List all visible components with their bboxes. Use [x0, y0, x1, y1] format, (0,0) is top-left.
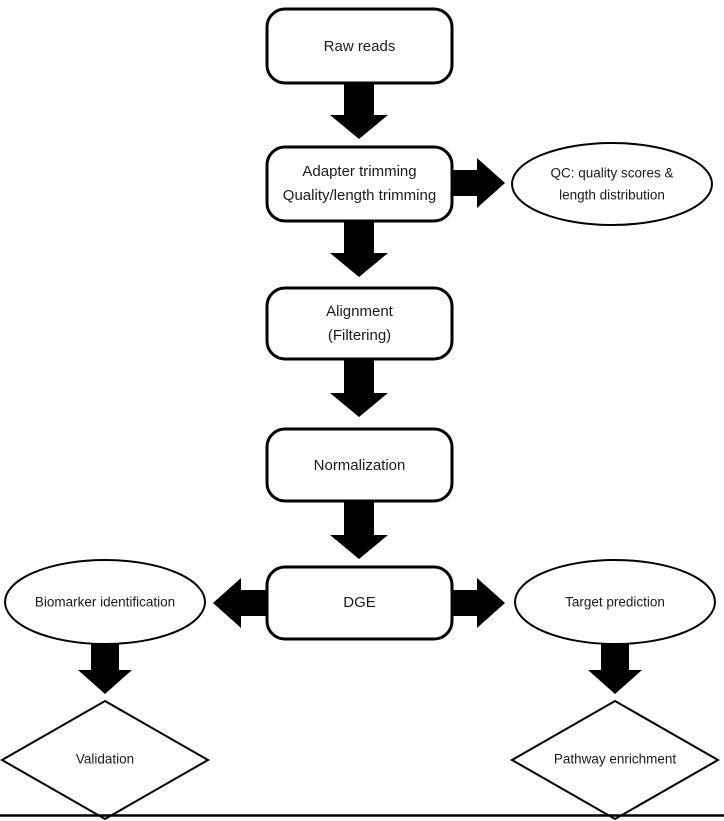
node-qc[interactable]: QC: quality scores & length distribution: [511, 142, 713, 226]
validation-label: Validation: [76, 752, 134, 767]
node-normalization[interactable]: Normalization: [265, 427, 454, 503]
node-validation[interactable]: Validation: [0, 699, 211, 821]
trimming-box[interactable]: [265, 145, 454, 223]
node-biomarker[interactable]: Biomarker identification: [4, 559, 206, 645]
normalization-label: Normalization: [314, 457, 406, 474]
node-trimming[interactable]: Adapter trimming Quality/length trimming: [265, 145, 454, 223]
dge-label: DGE: [343, 594, 376, 611]
edge-dge-to-biomarker: [213, 578, 270, 628]
trimming-label-line2: Quality/length trimming: [283, 187, 436, 204]
node-raw-reads[interactable]: Raw reads: [265, 7, 454, 85]
target-label: Target prediction: [565, 595, 665, 610]
edge-normalization-to-dge: [330, 500, 388, 559]
flowchart-canvas: Raw reads Adapter trimming Quality/lengt…: [0, 0, 724, 821]
node-target[interactable]: Target prediction: [514, 559, 716, 645]
edge-alignment-to-normalization: [330, 358, 388, 417]
flowchart-svg: Raw reads Adapter trimming Quality/lengt…: [0, 7, 724, 821]
alignment-label-line1: Alignment: [326, 303, 394, 320]
edge-biomarker-to-validation: [78, 640, 132, 694]
qc-ellipse[interactable]: [511, 142, 713, 226]
node-pathway[interactable]: Pathway enrichment: [509, 699, 721, 821]
edge-trimming-to-qc: [448, 158, 505, 208]
raw-reads-label: Raw reads: [324, 38, 396, 55]
edge-target-to-pathway: [588, 640, 642, 694]
node-dge[interactable]: DGE: [265, 565, 454, 641]
pathway-label: Pathway enrichment: [554, 752, 677, 767]
trimming-label-line1: Adapter trimming: [302, 163, 416, 180]
edge-trimming-to-alignment: [330, 218, 388, 277]
biomarker-label: Biomarker identification: [35, 595, 175, 610]
qc-label-line1: QC: quality scores &: [550, 166, 673, 181]
edge-dge-to-target: [448, 578, 505, 628]
edge-raw-to-trimming: [330, 80, 388, 139]
alignment-label-line2: (Filtering): [328, 327, 391, 344]
qc-label-line2: length distribution: [559, 188, 665, 203]
node-alignment[interactable]: Alignment (Filtering): [265, 286, 454, 361]
alignment-box[interactable]: [265, 286, 454, 361]
